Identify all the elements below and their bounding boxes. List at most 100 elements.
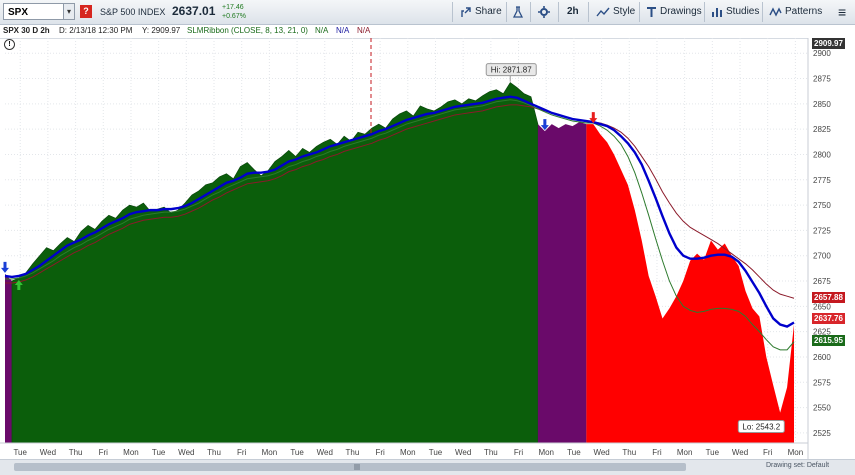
x-tick-label: Wed: [732, 448, 748, 457]
y-tick-label: 2875: [813, 75, 831, 84]
study-label[interactable]: SLMRibbon (CLOSE, 8, 13, 21, 0): [187, 26, 308, 35]
y-tick-label: 2775: [813, 176, 831, 185]
x-tick-label: Tue: [13, 448, 27, 457]
x-tick-label: Mon: [788, 448, 804, 457]
close-area-up: [11, 82, 539, 444]
y-tick-label: 2850: [813, 100, 831, 109]
x-tick-label: Thu: [346, 448, 360, 457]
x-tick-label: Mon: [262, 448, 278, 457]
close-area-neutral: [537, 122, 587, 443]
study-value-2: N/A: [336, 26, 350, 35]
toolbar-separator: [506, 2, 507, 22]
patterns-button[interactable]: Patterns: [769, 3, 822, 21]
y-tick-label: 2700: [813, 252, 831, 261]
x-tick-label: Mon: [677, 448, 693, 457]
share-button[interactable]: Share: [460, 3, 502, 21]
x-tick-label: Tue: [567, 448, 581, 457]
x-tick-label: Tue: [152, 448, 166, 457]
cursor-date-label: D: 2/13/18 12:30 PM: [59, 26, 133, 35]
studies-button[interactable]: Studies: [711, 3, 759, 21]
x-tick-label: Thu: [207, 448, 221, 457]
interval-label: 2h: [567, 6, 579, 17]
x-tick-label: Tue: [706, 448, 720, 457]
flask-icon: [512, 6, 524, 18]
y-tick-label: 2600: [813, 353, 831, 362]
x-tick-label: Fri: [763, 448, 773, 457]
x-tick-label: Tue: [429, 448, 443, 457]
x-tick-label: Mon: [123, 448, 139, 457]
chart-id-label: SPX 30 D 2h: [3, 26, 50, 35]
last-price-tag: 2637.76: [812, 312, 845, 324]
y-tick-label: 2675: [813, 277, 831, 286]
last-price: 2637.01: [172, 4, 216, 18]
mid-ema-price-tag: 2615.95: [812, 334, 845, 346]
toolbar-separator: [558, 2, 559, 22]
lab-button[interactable]: [512, 3, 524, 21]
settings-button[interactable]: [538, 3, 550, 21]
slow-ema-price-tag: 2657.88: [812, 292, 845, 304]
text-tool-icon: [647, 7, 656, 17]
close-area-neutral: [5, 273, 12, 443]
style-button[interactable]: Style: [596, 3, 635, 21]
x-tick-label: Wed: [40, 448, 56, 457]
flag-icon[interactable]: ?: [80, 5, 92, 18]
style-label: Style: [613, 6, 636, 17]
y-tick-label: 2900: [813, 49, 831, 58]
study-value-3: N/A: [357, 26, 371, 35]
close-area-down: [586, 124, 794, 443]
patterns-label: Patterns: [785, 6, 823, 17]
x-tick-label: Fri: [237, 448, 247, 457]
x-tick-label: Fri: [99, 448, 109, 457]
toolbar-separator: [530, 2, 531, 22]
time-scrollbar[interactable]: Drawing set: Default: [0, 459, 855, 475]
y-tick-label: 2725: [813, 226, 831, 235]
x-tick-label: Wed: [317, 448, 333, 457]
interval-button[interactable]: 2h: [567, 3, 579, 21]
more-menu-icon[interactable]: ≡: [838, 3, 846, 21]
patterns-icon: [769, 7, 782, 17]
study-value-1: N/A: [315, 26, 329, 35]
x-tick-label: Thu: [69, 448, 83, 457]
share-label: Share: [475, 6, 502, 17]
y-tick-label: 2750: [813, 201, 831, 210]
x-tick-label: Fri: [652, 448, 662, 457]
toolbar-separator: [704, 2, 705, 22]
y-tick-label: 2550: [813, 404, 831, 413]
x-tick-label: Mon: [538, 448, 554, 457]
gear-icon: [538, 6, 550, 18]
drawings-button[interactable]: Drawings: [646, 3, 702, 21]
y-tick-label: 2825: [813, 125, 831, 134]
x-tick-label: Wed: [455, 448, 471, 457]
toolbar-separator: [639, 2, 640, 22]
drawing-set-label[interactable]: Drawing set: Default: [766, 462, 829, 469]
x-tick-label: Wed: [593, 448, 609, 457]
price-change-pct: +0.67%: [222, 13, 246, 20]
studies-label: Studies: [726, 6, 760, 17]
x-tick-label: Wed: [178, 448, 194, 457]
share-icon: [461, 7, 471, 17]
low-label: Lo: 2543.2: [742, 422, 780, 431]
chart-style-icon: [596, 7, 610, 17]
x-tick-label: Fri: [375, 448, 385, 457]
studies-icon: [712, 8, 722, 17]
price-chart[interactable]: 2900 2875 2850 2825 2800 2775 2750 2725 2700 2675…: [0, 38, 855, 459]
drawings-label: Drawings: [660, 6, 702, 17]
chart-info-bar: SPX 30 D 2h D: 2/13/18 12:30 PM Y: 2909.…: [0, 24, 808, 39]
sell-signal-arrow: [1, 261, 9, 273]
cursor-y-label: Y: 2909.97: [142, 26, 181, 35]
scrollbar-thumb[interactable]: [14, 463, 686, 471]
y-tick-label: 2575: [813, 378, 831, 387]
y-tick-label: 2800: [813, 150, 831, 159]
symbol-description: S&P 500 INDEX: [100, 7, 166, 17]
x-tick-label: Mon: [400, 448, 416, 457]
y-tick-label: 2650: [813, 302, 831, 311]
x-tick-label: Fri: [514, 448, 524, 457]
x-tick-label: Thu: [484, 448, 498, 457]
symbol-dropdown-icon[interactable]: ▾: [63, 3, 75, 20]
x-tick-label: Tue: [290, 448, 304, 457]
chart-toolbar: SPX ▾ ? S&P 500 INDEX 2637.01 +17.46 +0.…: [0, 0, 855, 25]
x-tick-label: Thu: [622, 448, 636, 457]
cursor-price-tag: 2909.97: [812, 38, 845, 49]
y-tick-label: 2525: [813, 429, 831, 438]
toolbar-separator: [452, 2, 453, 22]
